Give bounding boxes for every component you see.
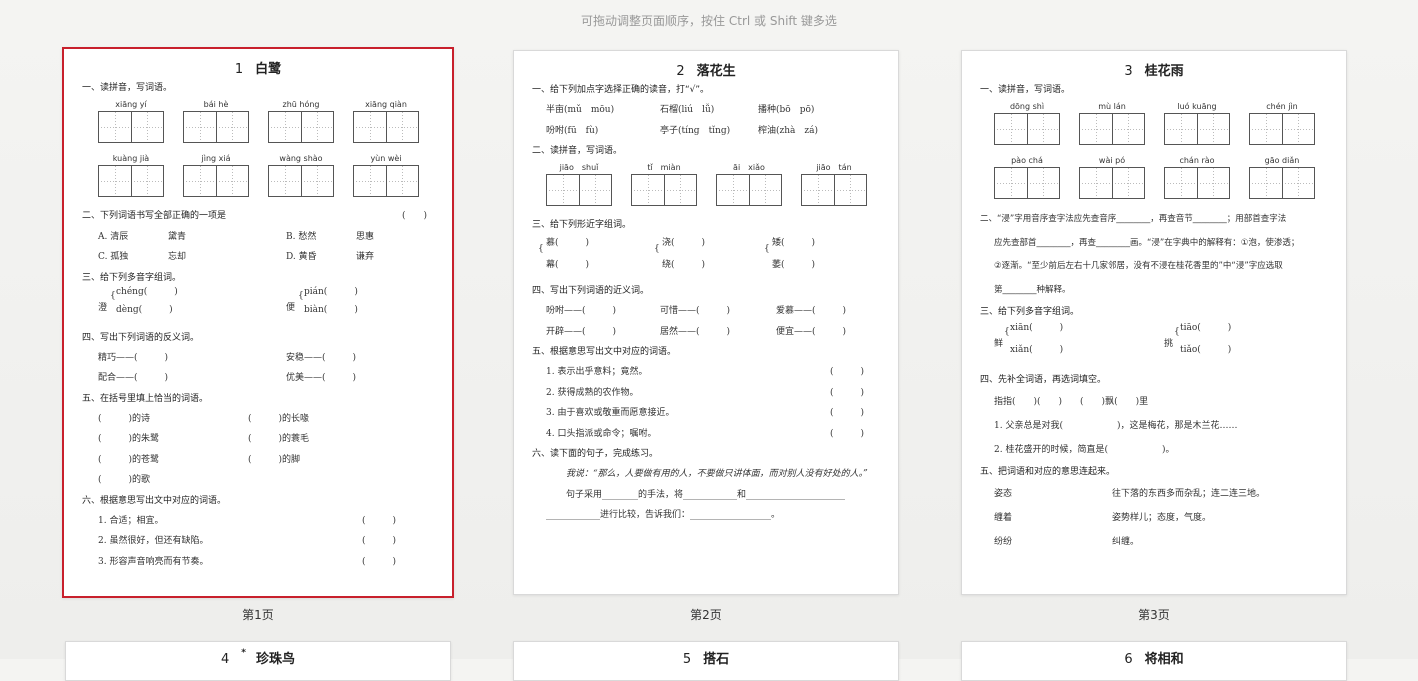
pinyin-box: wàng shào — [268, 152, 353, 206]
match-row: 缠着 姿势样儿；态度，气度。 — [994, 513, 1212, 523]
page-title: 4 * 珍珠鸟 — [220, 648, 295, 667]
page-title: 5 搭石 — [682, 652, 730, 667]
section-heading: 二、下列词语书写全部正确的一项是( ) — [82, 211, 428, 221]
section-heading: 三、给下列形近字组词。 — [532, 220, 632, 230]
dictionary-question: 二、“浸”字用音序查字法应先查音序________，再查音节________；用… — [980, 214, 1287, 224]
drag-hint: 可拖动调整页面顺序，按住 Ctrl 或 Shift 键多选 — [581, 14, 837, 28]
pinyin-box: chén jìn — [1249, 100, 1334, 154]
pinyin-box: chán rào — [1164, 154, 1249, 208]
fill-row: 1. 父亲总是对我( )，这是梅花，那是木兰花…… — [994, 421, 1238, 431]
page-caption-2: 第2页 — [690, 608, 722, 622]
dictionary-question: 第________种解释。 — [994, 284, 1071, 295]
reading-row: 吩咐(fū fù) 亭子(tíng tǐng) 榨油(zhà zá) — [546, 125, 819, 136]
exercise-line: 句子采用________的手法，将____________和__________… — [566, 489, 846, 500]
pinyin-box: āi xiǎo — [716, 161, 801, 215]
pinyin-box: luó kuāng — [1164, 100, 1249, 154]
page-title: 2 落花生 — [676, 64, 736, 79]
meaning-row: 1. 合适；相宜。( ) — [98, 515, 397, 526]
page-thumbnail-1[interactable]: 1 白鹭 一、读拼音，写词语。 xiāng yí bái hè zhū hóng … — [62, 47, 454, 598]
section-heading: 一、读拼音，写词语。 — [82, 83, 173, 93]
antonym-row: 配合——( ) 优美——( ) — [98, 373, 357, 383]
section-heading: 六、根据意思写出文中对应的词语。 — [82, 495, 227, 506]
match-row: 纷纷 纠缠。 — [994, 537, 1140, 547]
pinyin-box: xiāng yí — [98, 98, 183, 152]
pinyin-box: jiāo tán — [801, 161, 886, 215]
section-heading: 五、在括号里填上恰当的词语。 — [82, 393, 209, 404]
pinyin-box: kuàng jià — [98, 152, 183, 206]
reading-row: 半亩(mǔ mōu) 石榴(liú lǚ) 播种(bō pō) — [546, 105, 815, 115]
pinyin-box: pào chá — [994, 154, 1079, 208]
page-thumbnail-6[interactable]: 6 将相和 — [961, 641, 1347, 681]
page-caption-3: 第3页 — [1138, 608, 1170, 622]
section-heading: 四、写出下列词语的近义词。 — [532, 286, 650, 296]
pinyin-box: xiāng qiàn — [353, 98, 438, 152]
section-heading: 五、根据意思写出文中对应的词语。 — [532, 347, 677, 357]
pinyin-box: yùn wèi — [353, 152, 438, 206]
meaning-row: 2. 虽然很好，但还有缺陷。( ) — [98, 536, 397, 546]
pinyin-box: gāo diǎn — [1249, 154, 1334, 208]
polyphone-row: 鲜 { xiān( ) xiǎn( ) 挑 { tiāo( ) tiǎo( ) — [994, 323, 1232, 355]
synonym-row: 开辟——( ) 居然——( ) 便宜——( ) — [546, 326, 847, 337]
quote-line: 我说：“那么，人要做有用的人，不要做只讲体面，而对别人没有好处的人。” — [566, 469, 868, 479]
fill-row: ( )的朱鹭( )的蓑毛 — [98, 434, 310, 444]
pinyin-box: wài pó — [1079, 154, 1164, 208]
meaning-row: 2. 获得成熟的农作物。( ) — [546, 387, 865, 398]
meaning-row: 1. 表示出乎意料；竟然。( ) — [546, 367, 865, 377]
page-title: 3 桂花雨 — [1124, 64, 1184, 79]
exercise-line: ____________进行比较，告诉我们：__________________… — [546, 510, 781, 520]
pinyin-box: mù lán — [1079, 100, 1164, 154]
synonym-row: 吩咐——( ) 可惜——( ) 爱慕——( ) — [546, 306, 847, 316]
option-row: A. 清辰 黛青 B. 愁然 思惠 — [98, 231, 375, 242]
section-heading: 四、先补全词语，再选词填空。 — [980, 375, 1107, 385]
pinyin-box: dōng shì — [994, 100, 1079, 154]
section-heading: 二、读拼音，写词语。 — [532, 146, 623, 156]
section-heading: 六、读下面的句子，完成练习。 — [532, 449, 659, 459]
page-thumbnail-2[interactable]: 2 落花生 一、给下列加点字选择正确的读音，打“√”。 半亩(mǔ mōu) 石榴(… — [513, 50, 899, 595]
dictionary-question: 应先查部首________，再查________画。“浸”在字典中的解释有：①泡… — [994, 237, 1300, 248]
page-title: 1 白鹭 — [234, 62, 282, 77]
similar-char-row: { 慕( ) 幕( ) { 浇( ) 绕( ) { 矮( ) 萎( ) — [538, 238, 816, 270]
dictionary-question: ②逐渐。“至少前后左右十几家邻居，没有不浸在桂花香里的”中“浸”字应选取 — [994, 261, 1283, 271]
meaning-row: 3. 形容声音响亮而有节奏。( ) — [98, 556, 397, 567]
page-thumbnail-5[interactable]: 5 搭石 — [513, 641, 899, 681]
meaning-row: 4. 口头指派或命令；嘱咐。( ) — [546, 428, 865, 439]
fill-row: ( )的诗( )的长喙 — [98, 413, 310, 424]
fill-row: 2. 桂花盛开的时候，简直是( )。 — [994, 445, 1175, 455]
pinyin-box: jìng xiá — [183, 152, 268, 206]
meaning-row: 3. 由于喜欢或敬重而愿意接近。( ) — [546, 408, 865, 418]
polyphone-row: 澄 { chéng( ) dèng( ) 便 { pián( ) biàn( ) — [98, 286, 358, 315]
fill-row: ( )的苍鹭( )的脚 — [98, 454, 301, 465]
fill-row: 指指( )( ) ( )飘( )里 — [994, 397, 1149, 407]
section-heading: 一、给下列加点字选择正确的读音，打“√”。 — [532, 85, 710, 95]
page-caption-1: 第1页 — [242, 608, 274, 622]
fill-row: ( )的歌 — [98, 475, 151, 485]
pinyin-box: jiāo shuǐ — [546, 161, 631, 215]
page-title: 6 将相和 — [1124, 652, 1184, 667]
section-heading: 四、写出下列词语的反义词。 — [82, 332, 200, 343]
antonym-row: 精巧——( ) 安稳——( ) — [98, 352, 357, 363]
pinyin-box: bái hè — [183, 98, 268, 152]
section-heading: 五、把词语和对应的意思连起来。 — [980, 467, 1116, 477]
option-row: C. 孤独 忘却 D. 黄昏 谦弃 — [98, 252, 375, 262]
pinyin-box: zhū hóng — [268, 98, 353, 152]
page-thumbnail-4[interactable]: 4 * 珍珠鸟 — [65, 641, 451, 681]
page-thumbnail-3[interactable]: 3 桂花雨 一、读拼音，写词语。 dōng shì mù lán luó kuān… — [961, 50, 1347, 595]
pinyin-box: tǐ miàn — [631, 161, 716, 215]
section-heading: 一、读拼音，写词语。 — [980, 85, 1071, 95]
match-row: 姿态 往下落的东西多而杂乱；连二连三地。 — [994, 489, 1266, 499]
